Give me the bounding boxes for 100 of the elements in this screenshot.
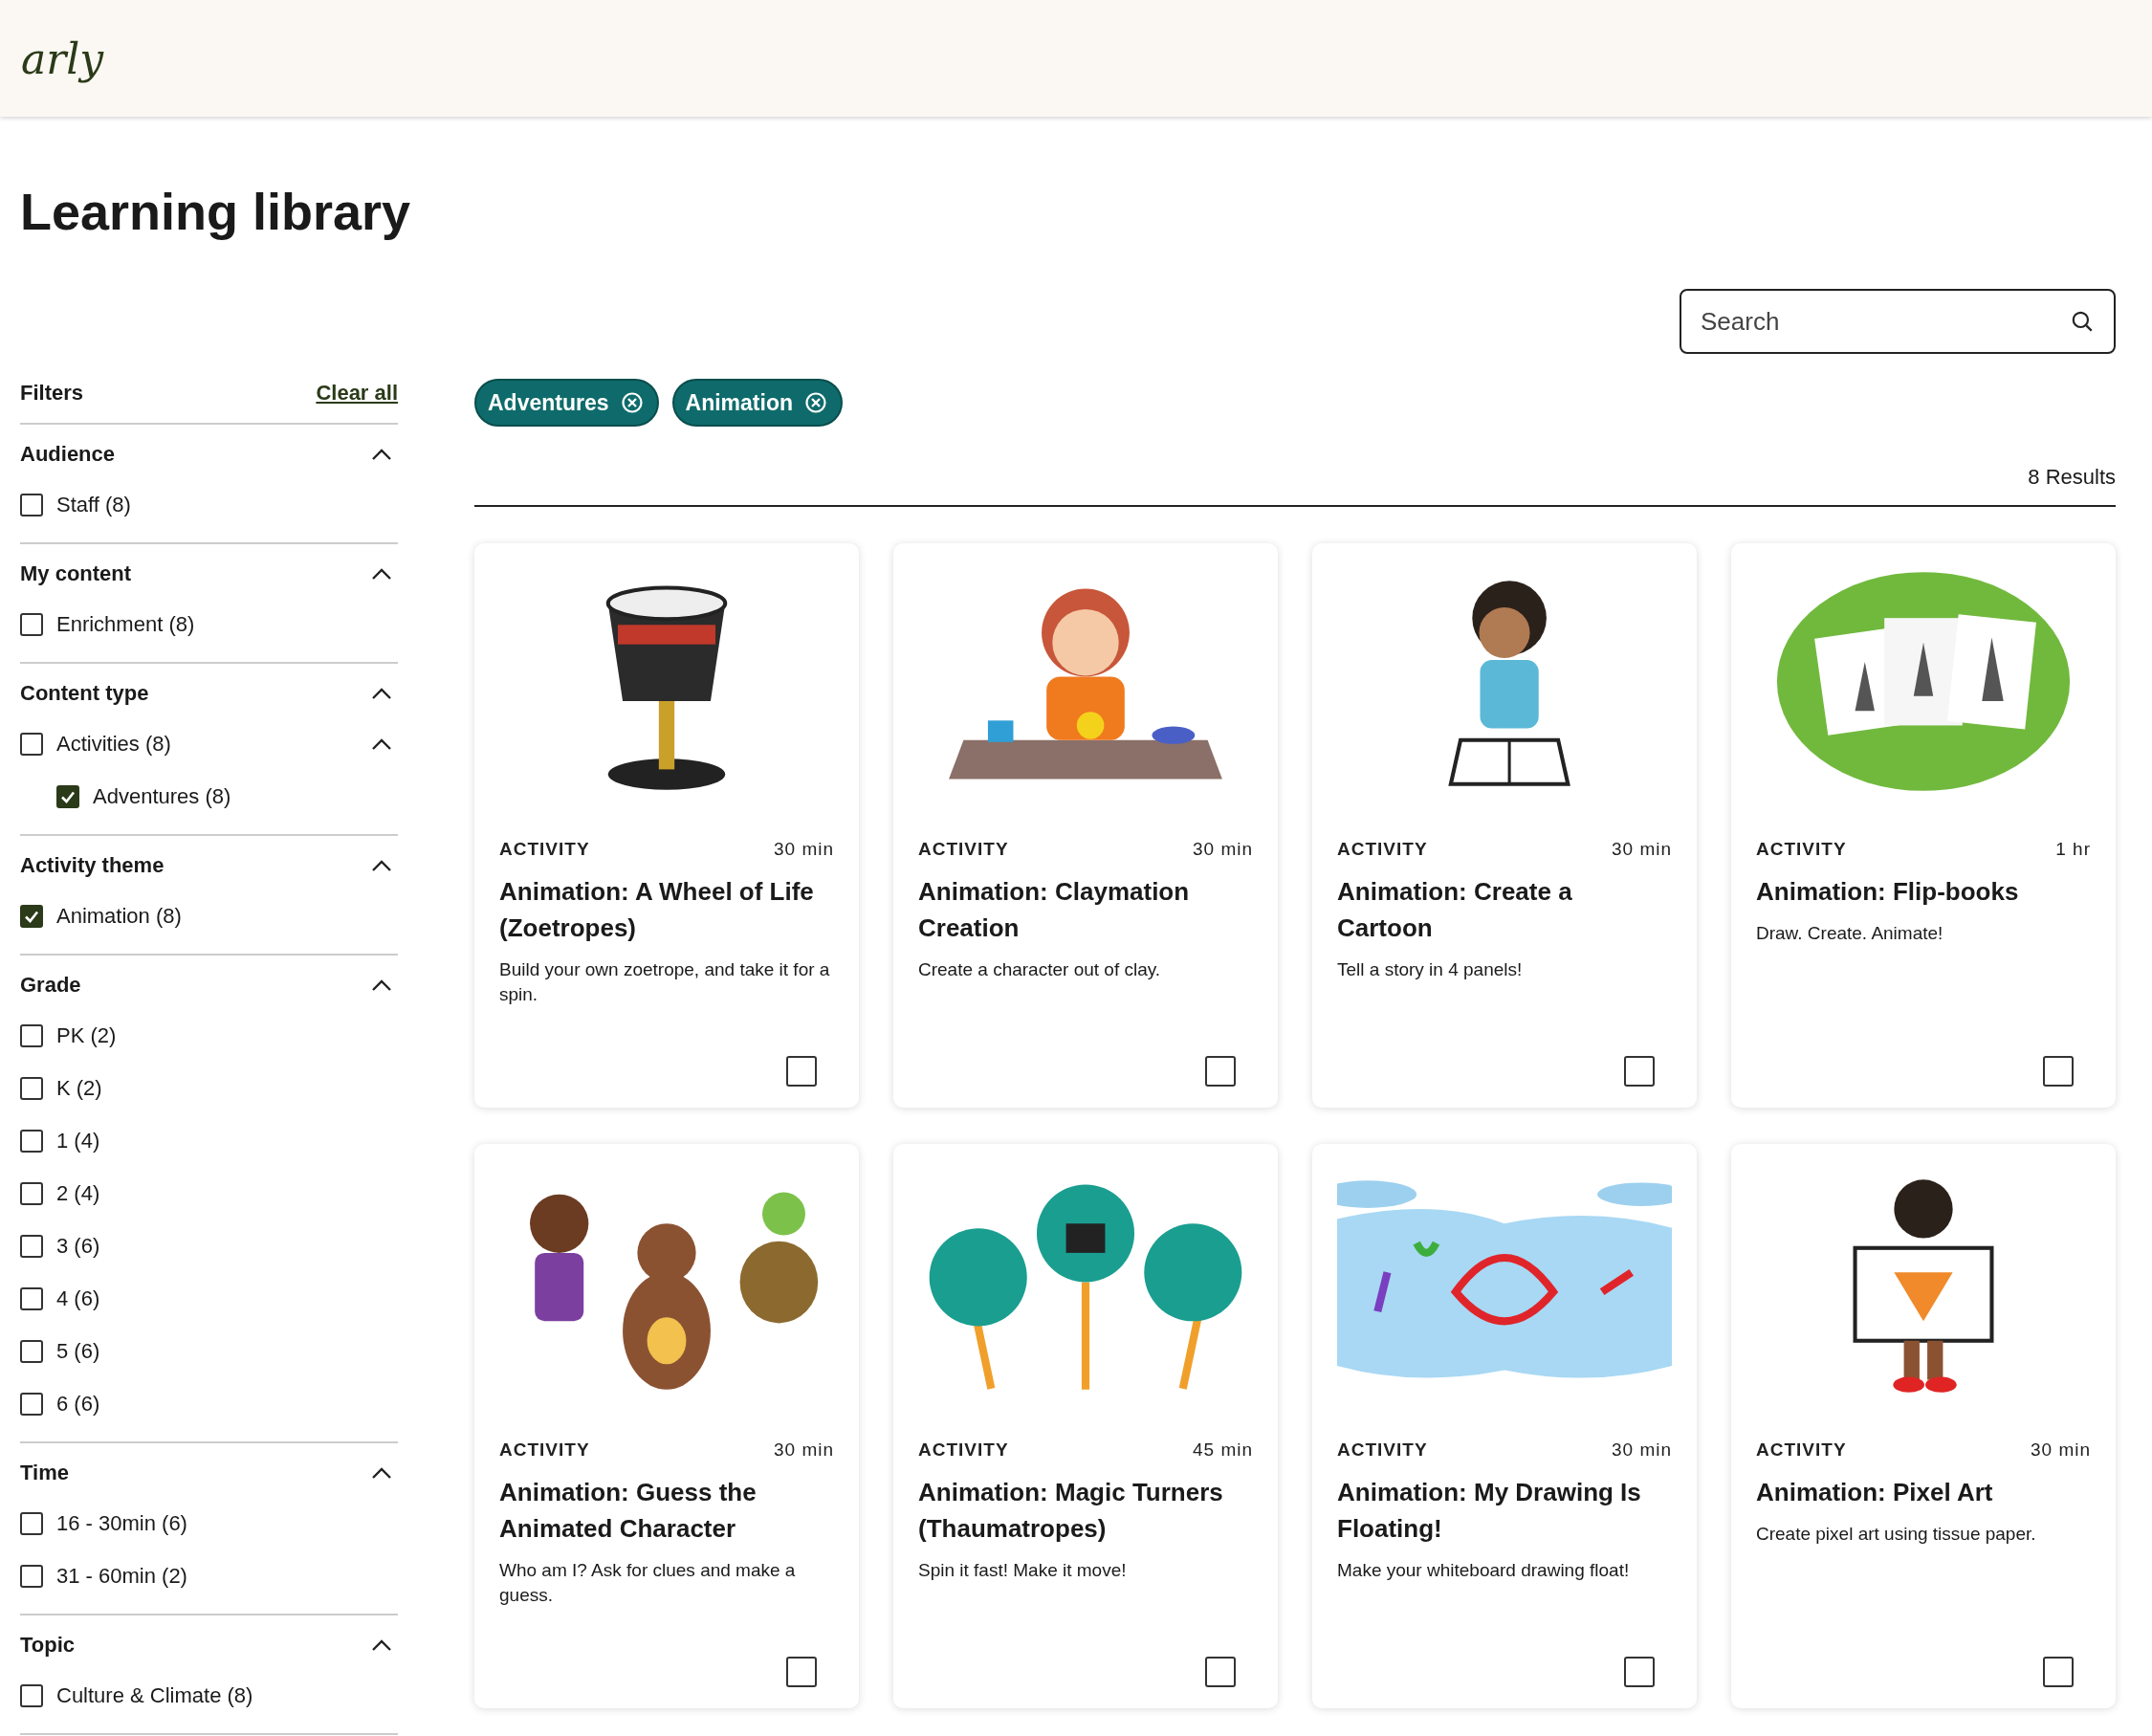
card-duration: 30 min xyxy=(773,1439,834,1461)
page-title: Learning library xyxy=(20,182,412,242)
checkbox[interactable] xyxy=(20,1234,43,1258)
checkbox[interactable] xyxy=(20,1511,43,1535)
activity-card[interactable]: ACTIVITY 30 min Animation: My Drawing Is Floating! Make your whiteboard drawing float! xyxy=(1312,1144,1697,1708)
filter-option[interactable]: 3 (6) xyxy=(56,1233,100,1259)
filter-group-title: Grade xyxy=(20,973,81,998)
filter-chip[interactable]: Adventures xyxy=(474,379,659,427)
search-icon[interactable] xyxy=(2070,309,2095,334)
filter-option[interactable]: Activities (8) xyxy=(56,731,171,757)
checkbox[interactable] xyxy=(20,612,43,636)
card-duration: 45 min xyxy=(1192,1439,1253,1461)
filter-group-title: Topic xyxy=(20,1633,76,1658)
card-duration: 30 min xyxy=(1192,839,1253,860)
chevron-up-icon[interactable] xyxy=(371,687,392,700)
filter-option[interactable]: 6 (6) xyxy=(56,1391,100,1417)
card-type: ACTIVITY xyxy=(1337,1439,1428,1461)
filter-option[interactable]: Animation (8) xyxy=(56,903,182,929)
activity-card[interactable]: ACTIVITY 30 min Animation: A Wheel of Life (Zoetropes) Build your own zoetrope, and take it for a spin. xyxy=(474,543,859,1108)
remove-icon[interactable] xyxy=(620,391,644,414)
chevron-up-icon[interactable] xyxy=(371,736,392,751)
logo[interactable]: arly xyxy=(21,33,104,83)
checkbox[interactable] xyxy=(20,1181,43,1205)
card-title: Animation: My Drawing Is Floating! xyxy=(1337,1477,1642,1545)
checkbox[interactable] xyxy=(786,1657,817,1687)
filter-group-title: Time xyxy=(20,1461,69,1485)
card-type: ACTIVITY xyxy=(1337,839,1428,860)
filter-option[interactable]: 2 (4) xyxy=(56,1180,100,1206)
checkbox[interactable] xyxy=(2043,1657,2074,1687)
checkbox[interactable] xyxy=(20,1129,43,1153)
filter-option[interactable]: 1 (4) xyxy=(56,1128,100,1154)
activity-card[interactable]: ACTIVITY 30 min Animation: Guess the Animated Character Who am I? Ask for clues and make a guess. xyxy=(474,1144,859,1708)
card-title: Animation: Guess the Animated Character xyxy=(499,1477,758,1545)
card-type: ACTIVITY xyxy=(918,1439,1009,1461)
checkbox[interactable] xyxy=(56,784,79,808)
filter-option[interactable]: Adventures (8) xyxy=(93,783,231,809)
card-duration: 30 min xyxy=(2030,1439,2091,1461)
card-duration: 30 min xyxy=(1611,1439,1672,1461)
checkbox[interactable] xyxy=(20,1683,43,1707)
card-title: Animation: Magic Turners (Thaumatropes) xyxy=(918,1477,1224,1545)
card-description: Draw. Create. Animate! xyxy=(1756,922,1944,945)
clear-all-link[interactable]: Clear all xyxy=(316,381,398,406)
filter-option[interactable]: K (2) xyxy=(56,1075,102,1101)
remove-icon[interactable] xyxy=(804,391,827,414)
activity-card[interactable]: ACTIVITY 30 min Animation: Claymation Creation Create a character out of clay. xyxy=(893,543,1278,1108)
filter-option[interactable]: 4 (6) xyxy=(56,1286,100,1311)
filter-group-title: My content xyxy=(20,561,132,586)
checkbox[interactable] xyxy=(20,1286,43,1310)
activity-card[interactable]: ACTIVITY 30 min Animation: Create a Cartoon Tell a story in 4 panels! xyxy=(1312,543,1697,1108)
filter-option[interactable]: 16 - 30min (6) xyxy=(56,1510,187,1536)
card-type: ACTIVITY xyxy=(1756,1439,1847,1461)
card-description: Spin it fast! Make it move! xyxy=(918,1559,1128,1582)
card-description: Who am I? Ask for clues and make a guess. xyxy=(499,1559,797,1607)
chevron-up-icon[interactable] xyxy=(371,448,392,461)
chevron-up-icon[interactable] xyxy=(371,1638,392,1652)
card-description: Create a character out of clay. xyxy=(918,958,1162,981)
checkbox[interactable] xyxy=(1624,1056,1655,1087)
card-type: ACTIVITY xyxy=(918,839,1009,860)
activity-card[interactable]: ACTIVITY 30 min Animation: Pixel Art Create pixel art using tissue paper. xyxy=(1731,1144,2116,1708)
filter-chip[interactable]: Animation xyxy=(671,379,843,427)
card-description: Create pixel art using tissue paper. xyxy=(1756,1523,2037,1546)
card-title: Animation: Claymation Creation xyxy=(918,876,1191,944)
card-title: Animation: A Wheel of Life (Zoetropes) xyxy=(499,876,815,944)
chevron-up-icon[interactable] xyxy=(371,859,392,872)
chevron-up-icon[interactable] xyxy=(371,567,392,581)
checkbox[interactable] xyxy=(20,1392,43,1416)
checkbox[interactable] xyxy=(2043,1056,2074,1087)
filter-option[interactable]: PK (2) xyxy=(56,1022,117,1048)
checkbox[interactable] xyxy=(20,732,43,756)
filter-option[interactable]: 5 (6) xyxy=(56,1338,100,1364)
filter-option[interactable]: Culture & Climate (8) xyxy=(56,1682,253,1708)
checkbox[interactable] xyxy=(20,904,43,928)
search-field[interactable]: Search xyxy=(1680,289,2116,354)
checkbox[interactable] xyxy=(1205,1056,1236,1087)
checkbox[interactable] xyxy=(20,1076,43,1100)
checkbox[interactable] xyxy=(20,493,43,516)
filter-option[interactable]: 31 - 60min (2) xyxy=(56,1563,187,1589)
checkbox[interactable] xyxy=(20,1564,43,1588)
card-duration: 1 hr xyxy=(2055,839,2091,860)
activity-card[interactable]: ACTIVITY 1 hr Animation: Flip-books Draw. Create. Animate! xyxy=(1731,543,2116,1108)
filter-option[interactable]: Enrichment (8) xyxy=(56,611,195,637)
checkbox[interactable] xyxy=(786,1056,817,1087)
checkbox[interactable] xyxy=(1624,1657,1655,1687)
checkbox[interactable] xyxy=(1205,1657,1236,1687)
checkbox[interactable] xyxy=(20,1023,43,1047)
card-title: Animation: Create a Cartoon xyxy=(1337,876,1573,944)
chevron-up-icon[interactable] xyxy=(371,978,392,992)
card-type: ACTIVITY xyxy=(499,839,590,860)
filter-group-title: Content type xyxy=(20,681,149,706)
filter-option[interactable]: Staff (8) xyxy=(56,492,131,517)
results-count: 8 Results xyxy=(474,465,2116,507)
card-description: Tell a story in 4 panels! xyxy=(1337,958,1524,981)
filters-heading: Filters xyxy=(20,381,84,406)
filter-group-title: Activity theme xyxy=(20,853,165,878)
checkbox[interactable] xyxy=(20,1339,43,1363)
chevron-up-icon[interactable] xyxy=(371,1466,392,1480)
card-type: ACTIVITY xyxy=(1756,839,1847,860)
card-duration: 30 min xyxy=(1611,839,1672,860)
card-duration: 30 min xyxy=(773,839,834,860)
activity-card[interactable]: ACTIVITY 45 min Animation: Magic Turners (Thaumatropes) Spin it fast! Make it move! xyxy=(893,1144,1278,1708)
